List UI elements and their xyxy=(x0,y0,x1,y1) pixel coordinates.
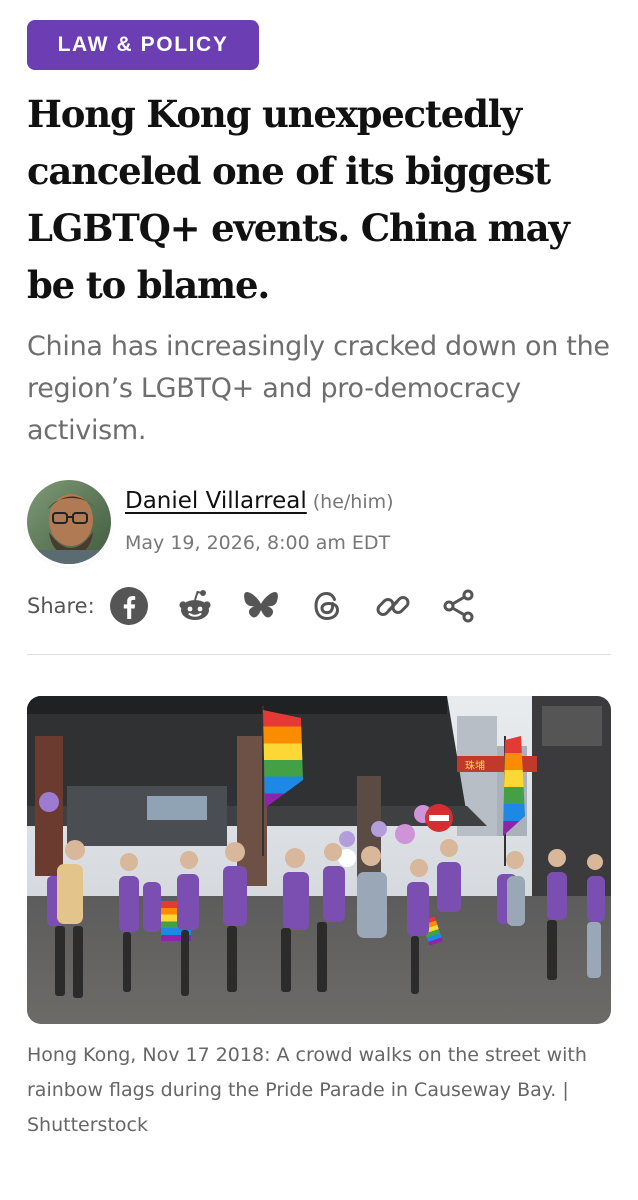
share-more-button[interactable] xyxy=(437,584,481,628)
share-icon xyxy=(443,589,474,623)
publish-date: May 19, 2026, 8:00 am EDT xyxy=(125,532,391,554)
share-label: Share: xyxy=(27,594,95,618)
pride-parade-photo: 珠埔 xyxy=(27,696,611,1024)
article-hero-image[interactable]: 珠埔 xyxy=(27,696,611,1024)
shop-sign-text: 珠埔 xyxy=(465,759,485,772)
link-icon xyxy=(376,596,410,616)
article-subheadline: China has increasingly cracked down on t… xyxy=(27,331,610,446)
article-headline: Hong Kong unexpectedly canceled one of i… xyxy=(27,92,570,307)
share-facebook-button[interactable] xyxy=(107,584,151,628)
share-reddit-button[interactable] xyxy=(173,584,217,628)
category-tag[interactable]: LAW & POLICY xyxy=(27,20,259,70)
bluesky-icon xyxy=(243,592,278,618)
image-caption: Hong Kong, Nov 17 2018: A crowd walks on… xyxy=(27,1044,587,1136)
author-avatar[interactable] xyxy=(27,480,111,564)
author-pronouns: (he/him) xyxy=(312,491,394,513)
author-name-link[interactable]: Daniel Villarreal xyxy=(125,488,307,514)
section-divider xyxy=(27,654,611,655)
reddit-icon xyxy=(179,590,211,620)
facebook-icon xyxy=(109,587,148,625)
share-bar: Share: xyxy=(27,584,503,628)
copy-link-button[interactable] xyxy=(371,584,415,628)
share-bluesky-button[interactable] xyxy=(239,584,283,628)
share-threads-button[interactable] xyxy=(305,584,349,628)
threads-icon xyxy=(314,591,339,621)
avatar-photo xyxy=(27,480,111,564)
byline: Daniel Villarreal (he/him) May 19, 2026, … xyxy=(27,480,617,570)
